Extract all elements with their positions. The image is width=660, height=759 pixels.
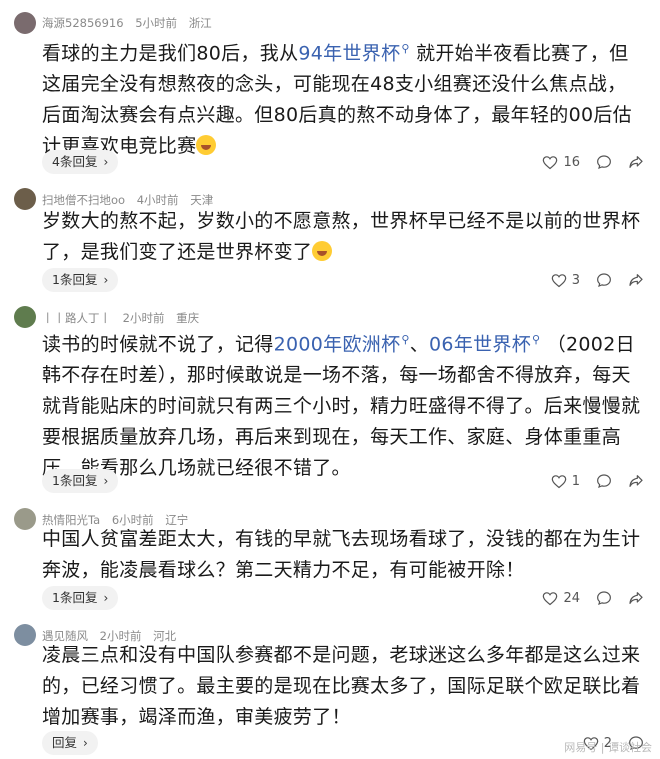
location: 浙江 [188, 16, 212, 30]
timestamp: 4小时前 [136, 193, 179, 207]
comment-button[interactable] [596, 590, 612, 606]
heart-icon [543, 591, 558, 605]
chevron-right-icon: › [103, 591, 109, 605]
like-count: 24 [563, 590, 580, 606]
chevron-right-icon: › [103, 273, 109, 287]
comment-bubble-icon [597, 591, 611, 605]
topic-link[interactable]: 94年世界杯 [298, 42, 400, 64]
username[interactable]: 丨丨路人丁丨 [42, 311, 111, 325]
watermark: 网易号 | 谭谈社会 [564, 741, 652, 754]
heart-icon [543, 155, 558, 169]
share-button[interactable] [628, 154, 644, 170]
like-button[interactable]: 24 [542, 591, 580, 606]
view-replies-button[interactable]: 1条回复 › [42, 586, 119, 610]
avatar[interactable] [14, 306, 36, 328]
avatar[interactable] [14, 624, 36, 646]
search-icon: ⚲ [401, 42, 410, 55]
comment-bubble-icon [597, 155, 611, 169]
share-icon [629, 475, 643, 487]
comment-actions: 16 [526, 150, 644, 174]
like-button[interactable]: 3 [551, 273, 580, 288]
comment-button[interactable] [596, 154, 612, 170]
location: 天津 [190, 193, 214, 207]
comment-bubble-icon [597, 474, 611, 488]
topic-link[interactable]: 2000年欧洲杯 [274, 333, 401, 355]
comment-actions: 3 [535, 268, 644, 292]
comment-bubble-icon [597, 273, 611, 287]
timestamp: 5小时前 [135, 16, 178, 30]
comment-body: 看球的主力是我们80后，我从94年世界杯⚲ 就开始半夜看比赛了，但这届完全没有想… [42, 42, 632, 158]
like-count: 16 [563, 154, 580, 170]
view-replies-button[interactable]: 1条回复 › [42, 469, 119, 493]
comment-button[interactable] [596, 473, 612, 489]
heart-icon [551, 474, 566, 488]
username[interactable]: 扫地僧不扫地oo [42, 193, 125, 207]
reply-button[interactable]: 回复 › [42, 731, 98, 755]
location: 重庆 [176, 311, 200, 325]
search-icon: ⚲ [401, 333, 410, 346]
heart-icon [551, 273, 566, 287]
view-replies-button[interactable]: 1条回复 › [42, 268, 119, 292]
like-count: 3 [571, 272, 580, 288]
thinking-emoji-icon [312, 241, 333, 261]
comment-actions: 24 [526, 586, 644, 610]
avatar[interactable] [14, 188, 36, 210]
like-button[interactable]: 16 [542, 155, 580, 170]
comment-body: 中国人贫富差距太大，有钱的早就飞去现场看球了，没钱的都在为生计奔波，能凌晨看球么… [42, 528, 641, 581]
laughing-crying-emoji-icon [196, 135, 217, 156]
avatar[interactable] [14, 508, 36, 530]
comment-body: 读书的时候就不说了，记得2000年欧洲杯⚲、06年世界杯⚲ （2002日韩不存在… [42, 333, 641, 480]
share-button[interactable] [628, 473, 644, 489]
username[interactable]: 海源52856916 [42, 16, 124, 30]
share-button[interactable] [628, 272, 644, 288]
like-button[interactable]: 1 [551, 474, 580, 489]
comment-meta: 海源52856916 5小时前 浙江 [42, 15, 220, 31]
comment-body: 凌晨三点和没有中国队参赛都不是问题，老球迷这么多年都是这么过来的，已经习惯了。最… [42, 644, 641, 728]
share-button[interactable] [628, 590, 644, 606]
chevron-right-icon: › [103, 155, 109, 169]
view-replies-button[interactable]: 4条回复 › [42, 150, 119, 174]
share-icon [629, 274, 643, 286]
share-icon [629, 156, 643, 168]
chevron-right-icon: › [83, 736, 88, 750]
share-icon [629, 592, 643, 604]
comment-button[interactable] [596, 272, 612, 288]
like-count: 1 [571, 473, 580, 489]
comment-actions: 1 [535, 469, 644, 493]
comment-body: 岁数大的熬不起，岁数小的不愿意熬，世界杯早已经不是以前的世界杯了，是我们变了还是… [42, 210, 641, 263]
timestamp: 2小时前 [122, 311, 165, 325]
chevron-right-icon: › [103, 474, 109, 488]
avatar[interactable] [14, 12, 36, 34]
topic-link[interactable]: 06年世界杯 [429, 333, 531, 355]
